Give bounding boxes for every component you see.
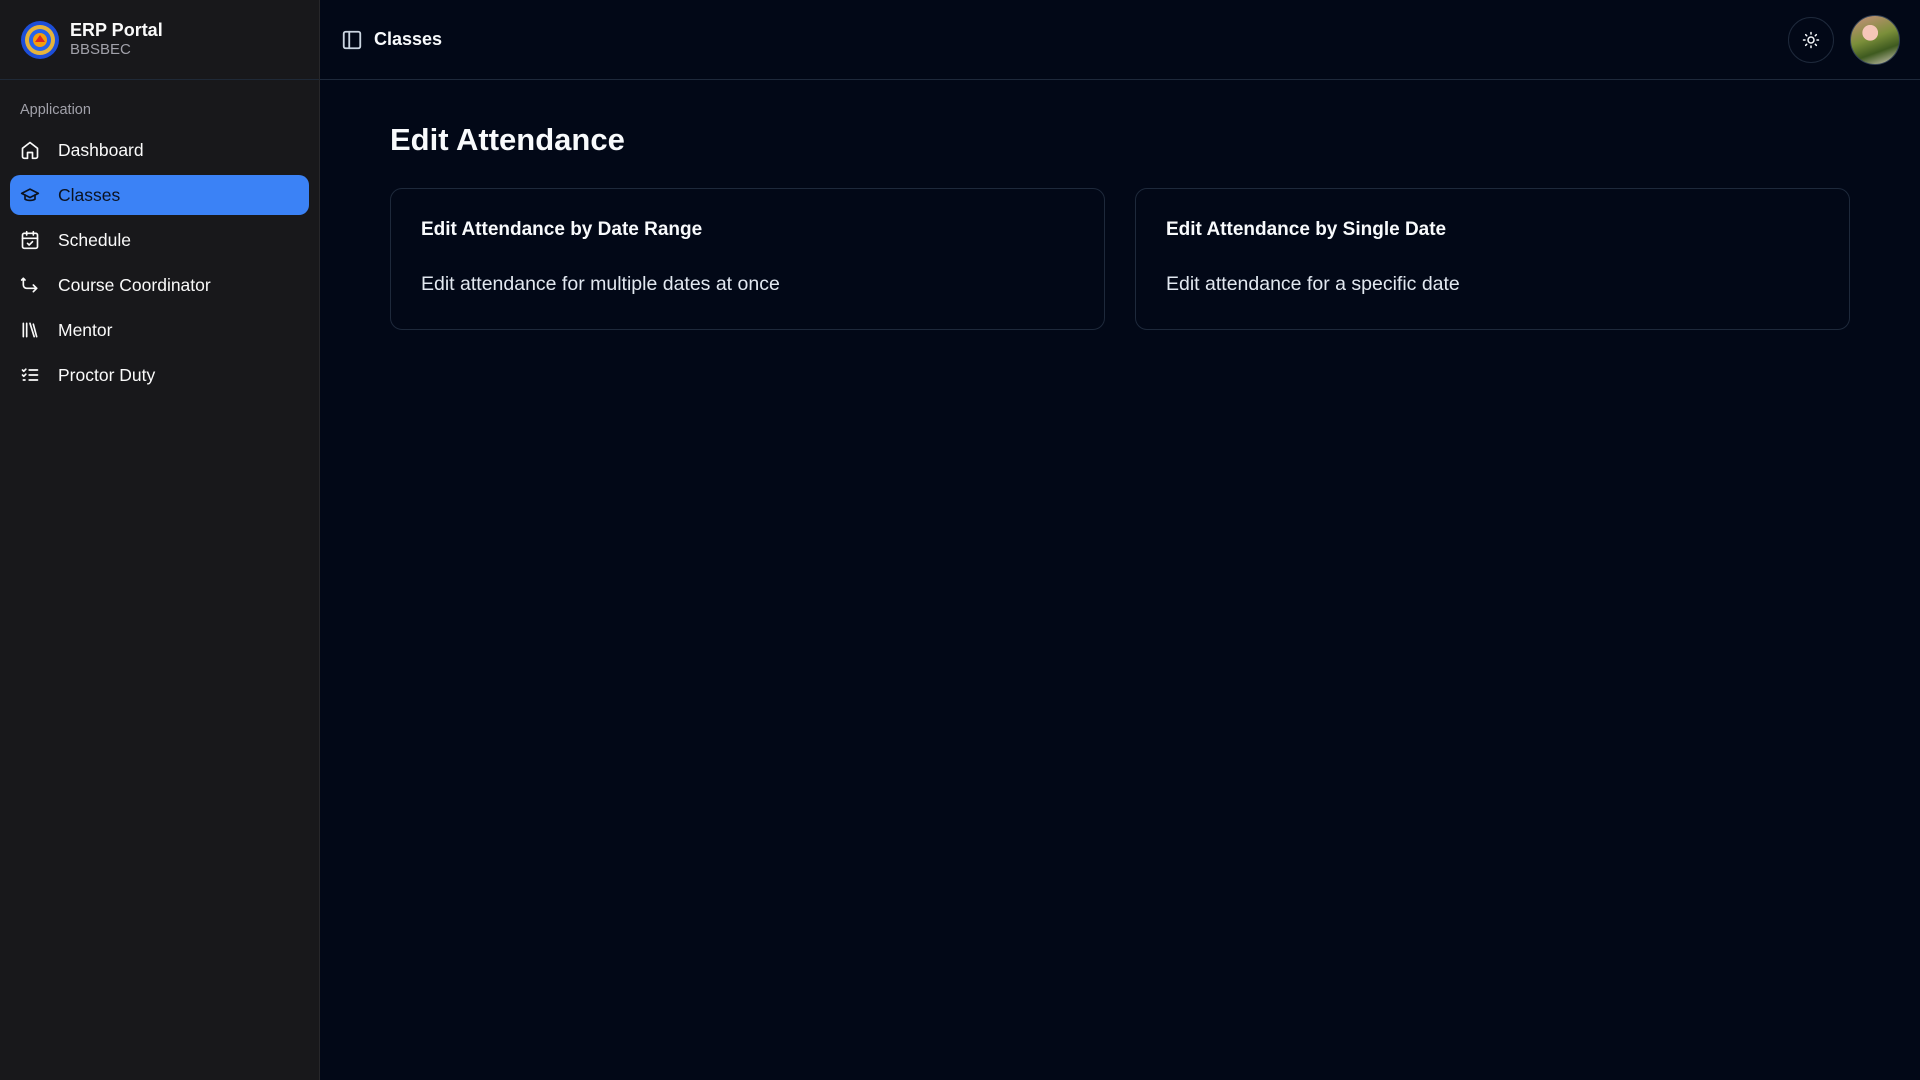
sidebar-item-label: Dashboard [58,139,144,160]
sidebar-toggle-button[interactable] [340,28,364,52]
edit-by-date-range-card[interactable]: Edit Attendance by Date Range Edit atten… [390,188,1105,330]
sidebar-item-course-coordinator[interactable]: Course Coordinator [10,265,309,305]
sidebar-item-mentor[interactable]: Mentor [10,310,309,350]
sun-icon [1802,31,1820,48]
sidebar-item-label: Course Coordinator [58,274,211,295]
app-title: ERP Portal [70,19,163,40]
card-grid: Edit Attendance by Date Range Edit atten… [390,188,1850,330]
page-content: Edit Attendance Edit Attendance by Date … [320,80,1920,372]
topbar: Classes [320,0,1920,80]
nav-application: Application Dashboard Classes Schedule C… [0,80,319,420]
theme-toggle-button[interactable] [1788,16,1834,63]
card-description: Edit attendance for multiple dates at on… [421,273,780,295]
college-logo [21,20,59,59]
home-icon [21,141,39,160]
sidebar: ERP Portal BBSBEC Application Dashboard … [0,0,320,1080]
sidebar-item-label: Classes [58,184,121,205]
sidebar-item-schedule[interactable]: Schedule [10,220,309,260]
panel-left-icon [342,30,362,49]
list-checks-icon [21,368,39,381]
app-shell: ERP Portal BBSBEC Application Dashboard … [0,0,1920,1080]
user-avatar[interactable] [1850,14,1900,65]
sidebar-item-label: Mentor [58,319,113,340]
sidebar-item-classes[interactable]: Classes [10,175,309,215]
sidebar-item-label: Schedule [58,229,131,250]
sidebar-item-dashboard[interactable]: Dashboard [10,130,309,170]
route-icon [20,277,38,293]
library-icon [22,322,38,338]
card-title: Edit Attendance by Date Range [421,219,703,240]
sidebar-item-proctor-duty[interactable]: Proctor Duty [10,355,309,395]
card-title: Edit Attendance by Single Date [1166,219,1447,240]
calendar-check-icon [21,230,39,250]
card-description: Edit attendance for a specific date [1166,273,1460,295]
main-area: Classes Edit Attendance Edit Attendance … [320,0,1920,1080]
nav-group-label: Application [20,102,91,118]
edit-by-single-date-card[interactable]: Edit Attendance by Single Date Edit atte… [1135,188,1850,330]
app-subtitle: BBSBEC [70,41,131,59]
sidebar-item-label: Proctor Duty [58,364,156,385]
graduation-cap-icon [20,188,40,202]
page-title: Edit Attendance [390,122,625,157]
page-breadcrumb: Classes [374,29,443,49]
brand-header[interactable]: ERP Portal BBSBEC [0,0,319,80]
brand-text: ERP Portal BBSBEC [70,20,163,60]
